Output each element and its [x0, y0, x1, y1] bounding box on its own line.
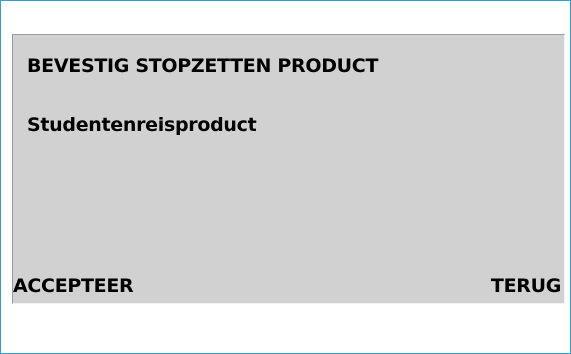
- back-button[interactable]: TERUG: [491, 275, 561, 297]
- accept-button[interactable]: ACCEPTEER: [13, 275, 134, 297]
- dialog-title: BEVESTIG STOPZETTEN PRODUCT: [27, 55, 379, 77]
- screen-frame: BEVESTIG STOPZETTEN PRODUCT Studentenrei…: [0, 0, 571, 354]
- confirm-dialog-panel: BEVESTIG STOPZETTEN PRODUCT Studentenrei…: [12, 34, 565, 304]
- product-name: Studentenreisproduct: [27, 114, 257, 136]
